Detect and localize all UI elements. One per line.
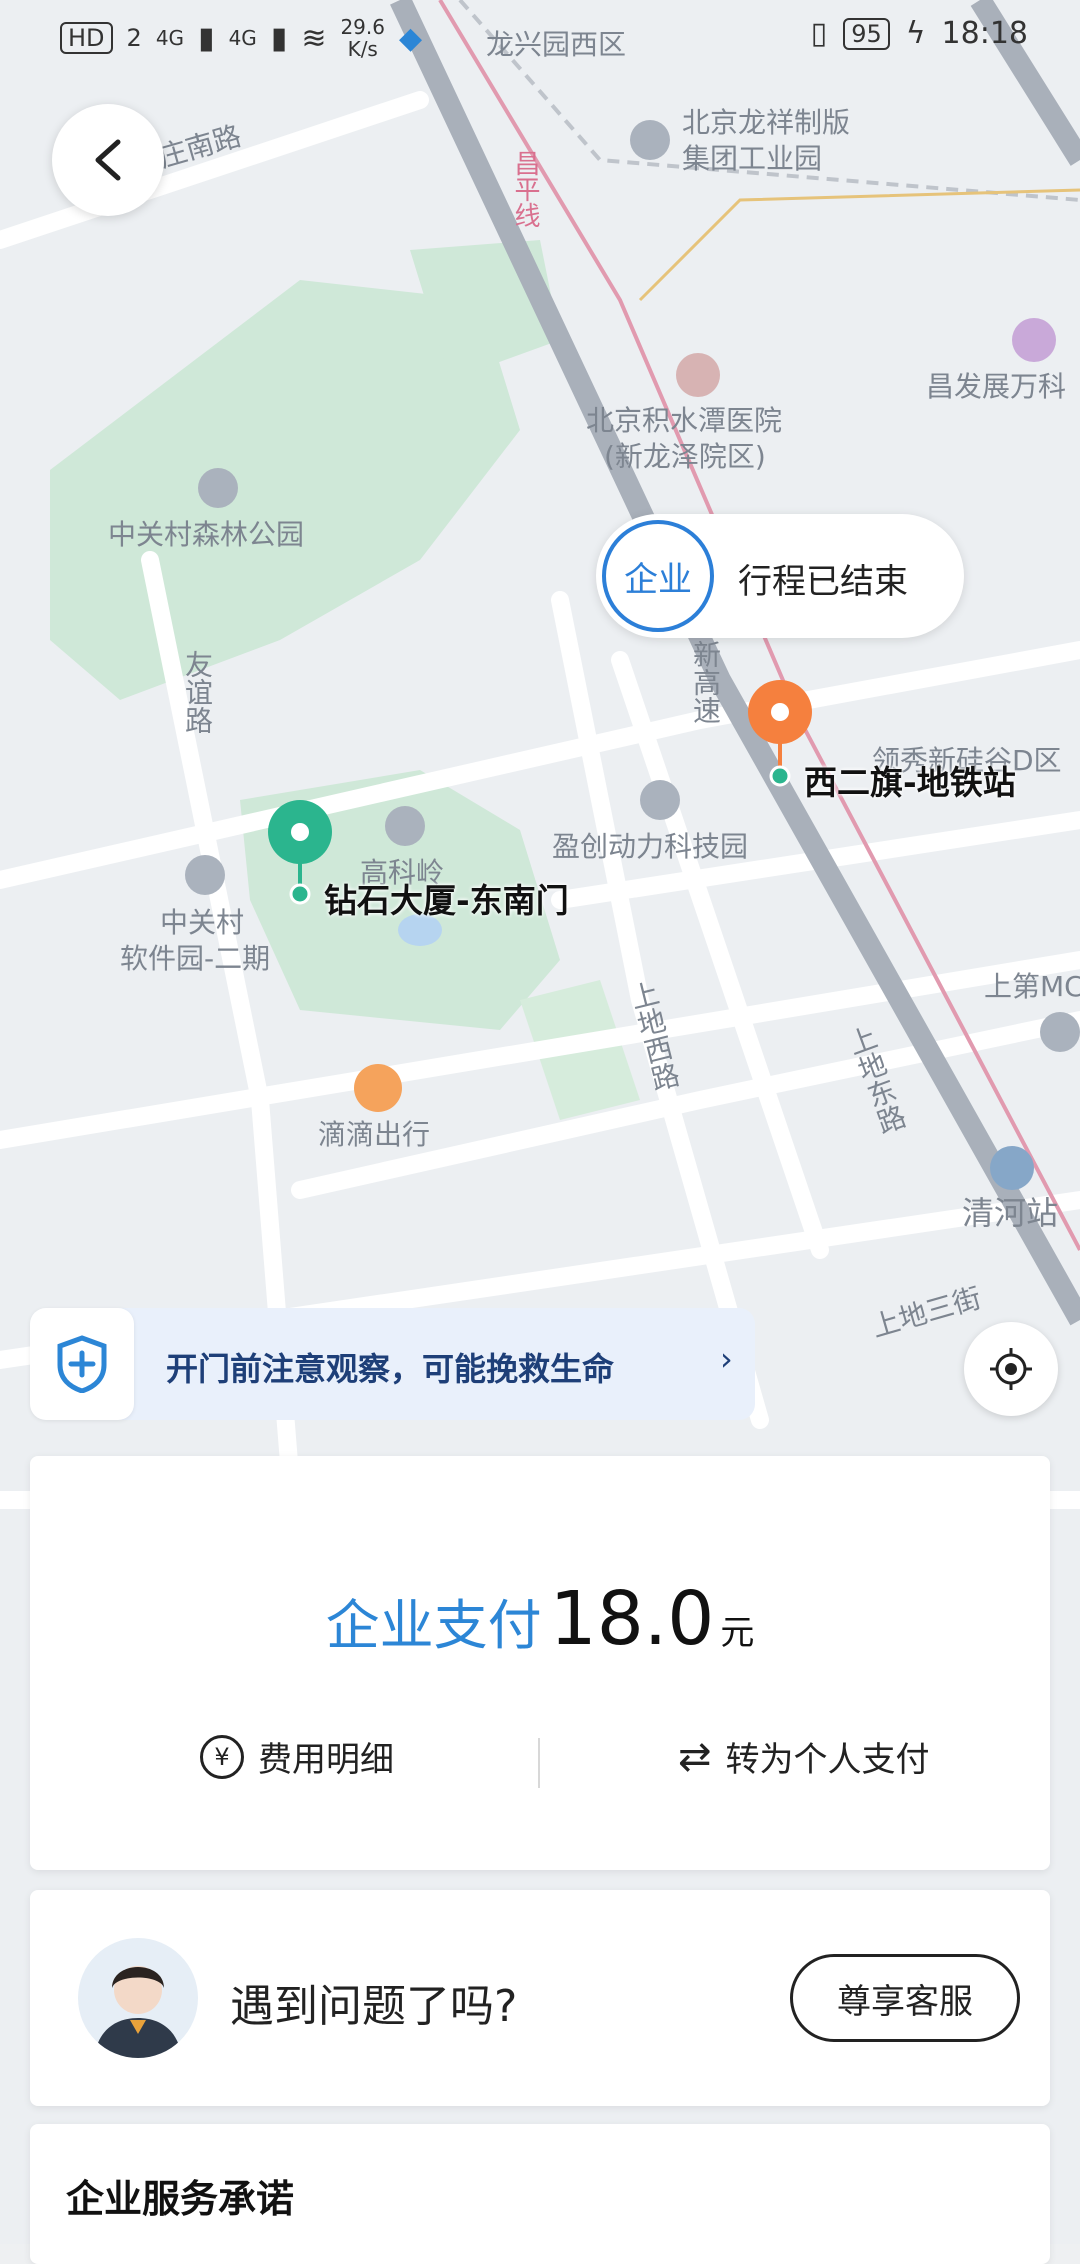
back-button[interactable] <box>52 104 164 216</box>
map-label-beijing-print: 北京龙祥制版 <box>682 106 851 139</box>
map-label-software-park: 中关村 <box>160 906 245 939</box>
shield-status-icon: ◆ <box>398 20 423 56</box>
map-label-shangdi-mc: 上第MC <box>984 970 1080 1003</box>
fee-detail-label: 费用明细 <box>258 1740 394 1780</box>
payment-summary: 企业支付 18.0 元 <box>30 1576 1050 1662</box>
swap-icon: ⇄ <box>678 1733 712 1780</box>
map-label-software-park-2: 软件园-二期 <box>120 942 271 975</box>
vibrate-icon: ▯ <box>810 16 828 51</box>
payment-unit: 元 <box>720 1613 755 1653</box>
help-question: 遇到问题了吗? <box>230 1981 518 2032</box>
map-label-changping-line: 昌平线 <box>510 150 540 228</box>
safety-banner[interactable]: 开门前注意观察，可能挽救生命 › <box>30 1308 755 1420</box>
hd-badge: HD <box>60 22 113 54</box>
actions-divider <box>538 1738 540 1788</box>
net-speed-unit: K/s <box>347 37 378 61</box>
payment-actions: ¥ 费用明细 ⇄ 转为个人支付 <box>30 1732 1050 1792</box>
service-promise-title: 企业服务承诺 <box>66 2177 295 2221</box>
map-label-beijing-print-2: 集团工业园 <box>682 142 823 175</box>
help-card: 遇到问题了吗? 尊享客服 <box>30 1890 1050 2106</box>
map-label-didi: 滴滴出行 <box>318 1118 431 1151</box>
network-label-2: 4G <box>228 26 257 50</box>
payment-method: 企业支付 <box>325 1594 542 1657</box>
signal-icon: ▮ <box>198 20 215 56</box>
map-label-qinghe: 清河站 <box>962 1194 1059 1232</box>
safety-shield-icon <box>30 1308 134 1420</box>
payment-card: 企业支付 18.0 元 ¥ 费用明细 ⇄ 转为个人支付 <box>30 1456 1050 1870</box>
switch-personal-pay-label: 转为个人支付 <box>725 1740 930 1780</box>
service-promise-card: 企业服务承诺 <box>30 2124 1050 2264</box>
map-label-forest-park: 中关村森林公园 <box>108 518 305 551</box>
agent-avatar <box>78 1938 198 2058</box>
battery-level: 95 <box>843 17 890 50</box>
trip-status-text: 行程已结束 <box>738 562 908 602</box>
wifi-icon: ≋ <box>301 20 327 56</box>
sim-indicator: 2 <box>126 24 142 52</box>
yen-icon: ¥ <box>200 1734 244 1779</box>
map-label-hospital: 北京积水潭医院 <box>586 404 783 437</box>
map-label-changfa: 昌发展万科 <box>926 370 1067 403</box>
chevron-right-icon: › <box>720 1340 733 1378</box>
map-label-hospital-2: (新龙泽院区) <box>604 440 766 473</box>
trip-status-bubble: 企业 行程已结束 <box>596 514 964 638</box>
start-label: 钻石大厦-东南门 <box>324 881 569 920</box>
enterprise-badge: 企业 <box>602 520 714 632</box>
map-label-xingao: 新高速 <box>689 640 722 724</box>
net-speed-value: 29.6 <box>340 15 385 39</box>
status-bar: HD 2 4G ▮ 4G ▮ ≋ 29.6 K/s ◆ ▯ 95 ϟ 18:18 <box>0 0 1080 72</box>
locate-icon <box>990 1348 1032 1390</box>
fee-detail-button[interactable]: ¥ 费用明细 <box>200 1732 394 1781</box>
network-label-1: 4G <box>155 26 185 50</box>
map-label-youyi-road: 友谊路 <box>181 650 214 734</box>
switch-personal-pay-button[interactable]: ⇄ 转为个人支付 <box>678 1732 930 1781</box>
signal-icon-2: ▮ <box>270 20 288 56</box>
safety-banner-text: 开门前注意观察，可能挽救生命 <box>166 1350 615 1388</box>
clock: 18:18 <box>941 16 1028 51</box>
destination-label: 西二旗-地铁站 <box>804 763 1016 802</box>
charging-icon: ϟ <box>905 16 926 51</box>
locate-button[interactable] <box>964 1322 1058 1416</box>
map-label-yingchuang: 盈创动力科技园 <box>552 830 749 863</box>
customer-service-button[interactable]: 尊享客服 <box>790 1954 1020 2042</box>
payment-amount: 18.0 <box>549 1576 715 1662</box>
chevron-left-icon <box>95 139 121 181</box>
